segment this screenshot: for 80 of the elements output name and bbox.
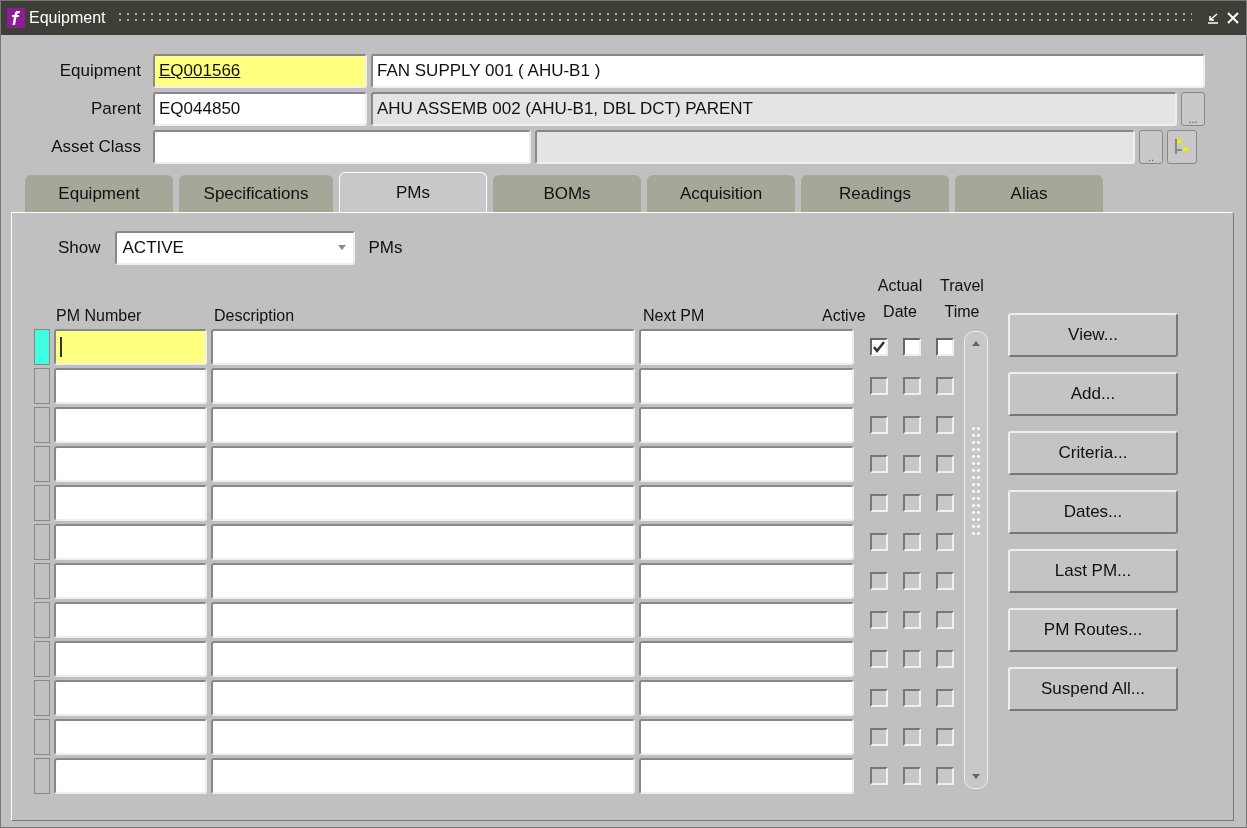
pm-number-field[interactable]	[54, 563, 207, 599]
description-field[interactable]	[211, 407, 635, 443]
field-label: Asset Class	[50, 137, 142, 157]
pm-number-field[interactable]	[54, 680, 207, 716]
description-field[interactable]	[211, 680, 635, 716]
equipment-code-field[interactable]: EQ001566	[153, 54, 367, 88]
list-of-values-button[interactable]: ...	[1181, 92, 1205, 126]
action-button[interactable]: Last PM...	[1008, 549, 1178, 593]
column-header: Actual Date	[876, 276, 924, 322]
description-field[interactable]	[211, 563, 635, 599]
description-field[interactable]	[211, 524, 635, 560]
hierarchy-tree-icon[interactable]	[1167, 130, 1197, 164]
tab[interactable]: Equipment	[25, 175, 173, 212]
next-pm-field[interactable]	[639, 485, 854, 521]
action-button[interactable]: Suspend All...	[1008, 667, 1178, 711]
tab[interactable]: BOMs	[493, 175, 641, 212]
tab[interactable]: Alias	[955, 175, 1103, 212]
field-label: Parent	[89, 99, 142, 119]
pm-number-field[interactable]	[54, 719, 207, 755]
show-dropdown[interactable]: ACTIVE	[114, 231, 355, 265]
action-button[interactable]: Criteria...	[1008, 431, 1178, 475]
tab[interactable]: PMs	[339, 172, 487, 212]
pm-number-field[interactable]	[54, 407, 207, 443]
next-pm-field[interactable]	[639, 563, 854, 599]
window-title: Equipment	[29, 9, 106, 27]
pm-number-field[interactable]	[54, 602, 207, 638]
checkbox[interactable]	[936, 338, 954, 356]
pm-number-field[interactable]	[54, 368, 207, 404]
tab[interactable]: Readings	[801, 175, 949, 212]
pm-number-field[interactable]	[54, 446, 207, 482]
pm-number-field[interactable]	[54, 758, 207, 794]
parent-description-field: AHU ASSEMB 002 (AHU-B1, DBL DCT) PARENT	[371, 92, 1177, 126]
checkbox[interactable]	[903, 338, 921, 356]
column-header: Next PM	[643, 307, 705, 325]
pm-number-field[interactable]	[54, 641, 207, 677]
app-logo-icon	[7, 8, 25, 28]
next-pm-field[interactable]	[639, 602, 854, 638]
description-field[interactable]	[211, 446, 635, 482]
column-header: PM Number	[56, 307, 142, 325]
description-field[interactable]	[211, 485, 635, 521]
next-pm-field[interactable]	[639, 368, 854, 404]
tab[interactable]: Specifications	[179, 175, 333, 212]
next-pm-field[interactable]	[639, 641, 854, 677]
description-field[interactable]	[211, 368, 635, 404]
next-pm-field[interactable]	[639, 758, 854, 794]
pm-number-field[interactable]	[54, 329, 207, 365]
asset-class-field[interactable]	[153, 130, 531, 164]
show-suffix-label: PMs	[368, 238, 403, 258]
next-pm-field[interactable]	[639, 719, 854, 755]
pm-number-field[interactable]	[54, 524, 207, 560]
action-button[interactable]: PM Routes...	[1008, 608, 1178, 652]
action-button[interactable]: Add...	[1008, 372, 1178, 416]
description-field[interactable]	[211, 758, 635, 794]
field-label: Equipment	[58, 61, 142, 81]
next-pm-field[interactable]	[639, 680, 854, 716]
vertical-scrollbar[interactable]	[964, 331, 988, 789]
next-pm-field[interactable]	[639, 407, 854, 443]
pm-number-field[interactable]	[54, 485, 207, 521]
caret-icon	[336, 245, 347, 251]
action-button[interactable]: Dates...	[1008, 490, 1178, 534]
list-of-values-button[interactable]: ..	[1139, 130, 1163, 164]
parent-code-field[interactable]: EQ044850	[153, 92, 367, 126]
column-header: Travel Time	[939, 276, 985, 322]
description-field[interactable]	[211, 719, 635, 755]
next-pm-field[interactable]	[639, 329, 854, 365]
column-header: Active	[822, 307, 866, 325]
description-field[interactable]	[211, 329, 635, 365]
column-header: Description	[214, 307, 295, 325]
next-pm-field[interactable]	[639, 524, 854, 560]
minimize-icon[interactable]	[1206, 11, 1220, 25]
next-pm-field[interactable]	[639, 446, 854, 482]
checkbox[interactable]	[870, 338, 888, 356]
description-field[interactable]	[211, 641, 635, 677]
show-label: Show	[58, 238, 101, 258]
action-button[interactable]: View...	[1008, 313, 1178, 357]
row-indicator[interactable]	[34, 329, 50, 365]
equipment-description-field[interactable]: FAN SUPPLY 001 ( AHU-B1 )	[371, 54, 1205, 88]
close-icon[interactable]	[1226, 11, 1240, 25]
tab[interactable]: Acquisition	[647, 175, 795, 212]
description-field[interactable]	[211, 602, 635, 638]
